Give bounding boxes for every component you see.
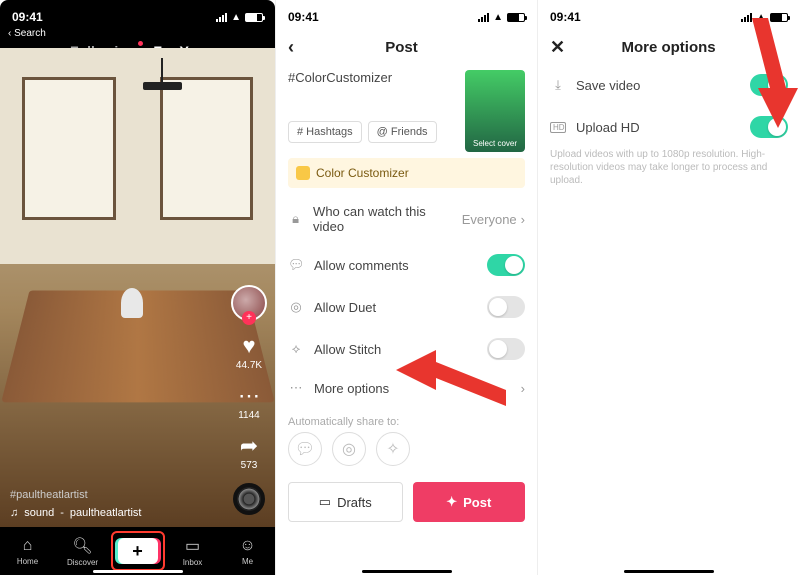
setting-comments: 💬︎Allow comments <box>276 244 537 286</box>
wifi-icon: ▲ <box>231 12 241 23</box>
ellipsis-icon: ⋯ <box>288 380 304 396</box>
share-other[interactable]: ✧ <box>376 432 410 466</box>
drafts-button[interactable]: ▭Drafts <box>288 482 403 522</box>
share-message[interactable]: 💬︎ <box>288 432 322 466</box>
battery-icon <box>245 13 263 22</box>
caption-text[interactable]: #ColorCustomizer <box>288 70 457 85</box>
search-icon: 🔍︎ <box>72 536 92 556</box>
share-icon: ➦ <box>240 433 258 459</box>
tab-home[interactable]: ⌂Home <box>0 527 55 575</box>
page-title: More options <box>621 39 715 56</box>
post-screen: 09:41 ▲ ‹ Post #ColorCustomizer # Hashta… <box>275 0 537 575</box>
share-button[interactable]: ➦573 <box>240 433 258 471</box>
inbox-icon: ▭ <box>185 536 200 556</box>
author-avatar[interactable]: + <box>231 285 267 321</box>
close-button[interactable]: ✕ <box>550 37 565 58</box>
plus-icon: + <box>118 538 158 564</box>
feed-screen: 09:41 ▲ ‹ Search Following For You + ♥44… <box>0 0 275 575</box>
chip-friends[interactable]: @ Friends <box>368 121 437 143</box>
tab-inbox[interactable]: ▭Inbox <box>165 527 220 575</box>
tab-create[interactable]: + <box>110 527 165 575</box>
tab-discover[interactable]: 🔍︎Discover <box>55 527 110 575</box>
music-note-icon: ♫ <box>10 507 18 519</box>
annotation-arrow-more-options <box>396 350 506 420</box>
signal-icon <box>216 12 227 22</box>
stitch-icon: ⟡ <box>288 341 304 357</box>
follow-plus-icon[interactable]: + <box>242 311 256 325</box>
upload-hd-description: Upload videos with up to 1080p resolutio… <box>538 148 800 187</box>
hd-icon: HD <box>550 122 566 133</box>
chip-hashtags[interactable]: # Hashtags <box>288 121 362 143</box>
status-bar: 09:41 ▲ <box>0 0 275 30</box>
toggle-duet[interactable] <box>487 296 525 318</box>
bottom-tabbar: ⌂Home 🔍︎Discover + ▭Inbox ☺Me <box>0 527 275 575</box>
like-button[interactable]: ♥44.7K <box>236 333 262 371</box>
status-time: 09:41 <box>288 10 319 24</box>
wifi-icon: ▲ <box>493 12 503 23</box>
signal-icon <box>478 12 489 22</box>
setting-duet: ◎Allow Duet <box>276 286 537 328</box>
home-icon: ⌂ <box>23 537 33 555</box>
more-options-screen: 09:41 ▲ ✕ More options ⤓Save video HDUpl… <box>537 0 800 575</box>
comment-icon: 💬︎ <box>288 257 304 273</box>
lock-icon: 🔒︎ <box>288 211 303 227</box>
effect-banner[interactable]: Color Customizer <box>288 158 525 188</box>
status-bar: 09:41 ▲ <box>276 0 537 30</box>
drafts-icon: ▭ <box>319 494 331 510</box>
tab-me[interactable]: ☺Me <box>220 527 275 575</box>
sound-disc[interactable] <box>233 483 265 515</box>
comment-button[interactable]: ⋯1144 <box>238 383 260 421</box>
duet-icon: ◎ <box>288 299 304 315</box>
home-indicator <box>624 570 714 573</box>
setting-privacy[interactable]: 🔒︎Who can watch this videoEveryone › <box>276 194 537 244</box>
status-time: 09:41 <box>12 10 43 24</box>
profile-icon: ☺ <box>239 537 255 555</box>
sound-link[interactable]: ♫sound - paultheatlartist <box>10 507 141 519</box>
comment-icon: ⋯ <box>238 383 260 409</box>
post-button[interactable]: ✦Post <box>413 482 526 522</box>
battery-icon <box>507 13 525 22</box>
download-icon: ⤓ <box>550 77 566 93</box>
home-indicator <box>93 570 183 573</box>
cover-thumbnail[interactable]: Select cover <box>465 70 525 152</box>
annotation-arrow-hd-toggle <box>738 18 798 128</box>
page-title: Post <box>385 39 418 56</box>
chevron-right-icon: › <box>521 381 525 396</box>
post-icon: ✦ <box>446 494 457 510</box>
artist-handle[interactable]: #paultheatlartist <box>10 489 88 501</box>
status-time: 09:41 <box>550 10 581 24</box>
back-button[interactable]: ‹ <box>288 37 294 58</box>
share-instagram[interactable]: ◎ <box>332 432 366 466</box>
heart-icon: ♥ <box>242 333 255 359</box>
back-search[interactable]: ‹ Search <box>0 28 275 39</box>
home-indicator <box>362 570 452 573</box>
effect-icon <box>296 166 310 180</box>
toggle-comments[interactable] <box>487 254 525 276</box>
chevron-right-icon: › <box>521 212 525 227</box>
